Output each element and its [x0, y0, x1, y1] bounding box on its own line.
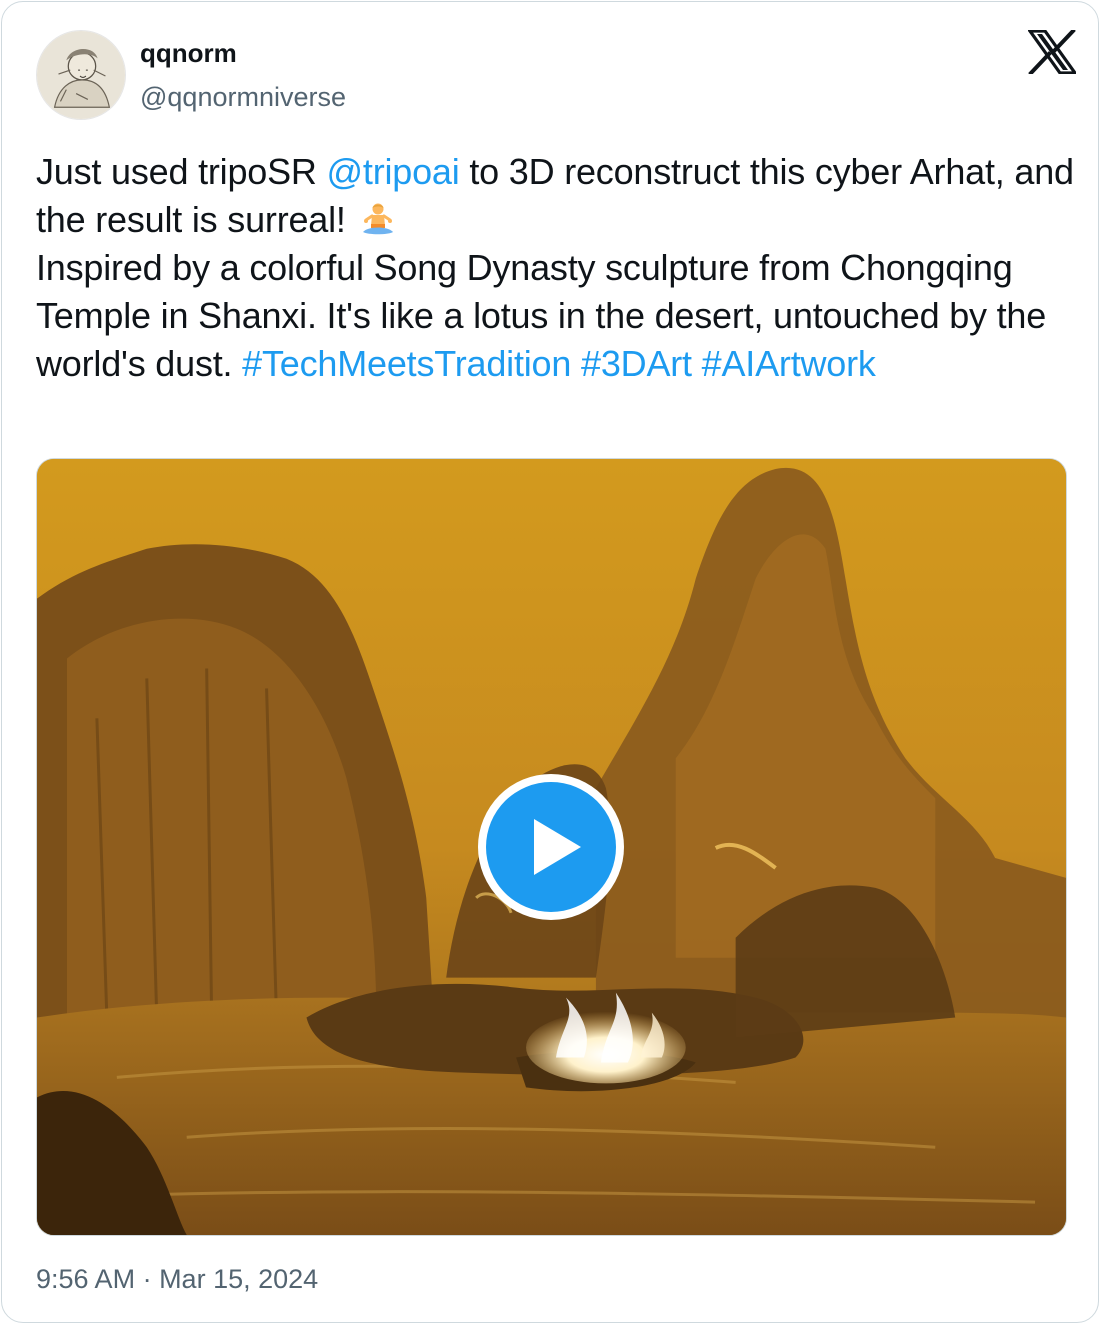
x-logo-icon[interactable]: [1028, 30, 1076, 74]
display-name[interactable]: qqnorm: [140, 38, 237, 69]
hashtag-link[interactable]: #AIArtwork: [702, 343, 876, 384]
tweet-card: qqnorm @qqnormniverse Just used tripoSR …: [1, 1, 1099, 1323]
tweet-text-part: Just used tripoSR: [36, 151, 327, 192]
timestamp-time: 9:56 AM: [36, 1264, 136, 1294]
user-handle[interactable]: @qqnormniverse: [140, 82, 346, 113]
timestamp-separator: ·: [135, 1264, 160, 1294]
person-in-lotus-position-icon: [360, 202, 396, 238]
tweet-text: Just used tripoSR @tripoai to 3D reconst…: [36, 148, 1076, 388]
mention-link[interactable]: @tripoai: [327, 151, 460, 192]
play-button[interactable]: [478, 774, 624, 920]
tweet-timestamp[interactable]: 9:56 AM · Mar 15, 2024: [36, 1264, 318, 1295]
hashtag-link[interactable]: #TechMeetsTradition: [242, 343, 571, 384]
tweet-header: qqnorm @qqnormniverse: [36, 30, 1076, 126]
video-player[interactable]: [36, 458, 1067, 1236]
timestamp-date: Mar 15, 2024: [159, 1264, 319, 1294]
hashtag-link[interactable]: #3DArt: [581, 343, 692, 384]
play-icon: [534, 819, 581, 875]
avatar[interactable]: [36, 30, 126, 120]
